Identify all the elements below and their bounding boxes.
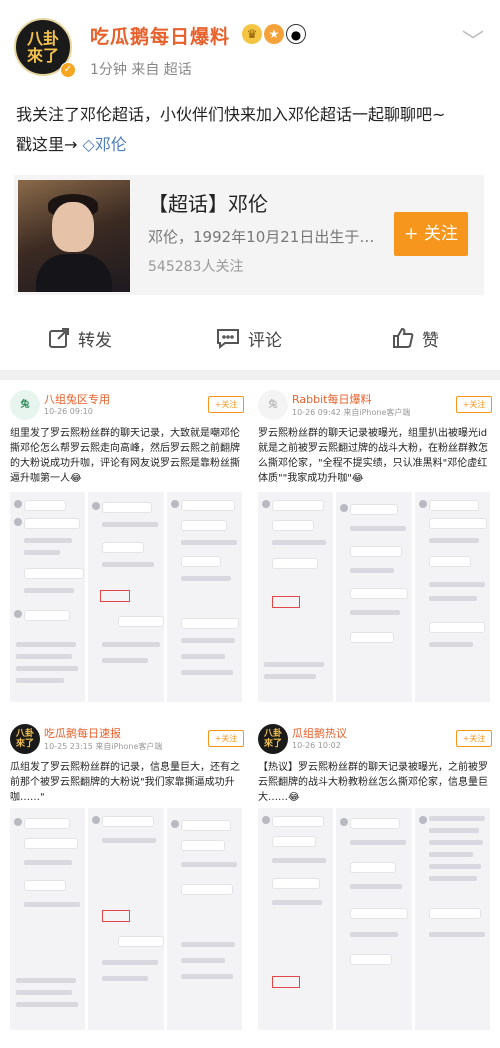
author-name[interactable]: 吃瓜鹅每日爆料 — [90, 22, 230, 49]
chat-image — [88, 492, 164, 702]
topic-card-count: 545283人关注 — [148, 259, 244, 275]
chat-image — [88, 808, 164, 1030]
avatar-text-bottom: 來了 — [26, 46, 59, 65]
chat-screenshots — [258, 492, 490, 702]
chat-screenshots — [258, 808, 490, 1030]
topic-cover-image — [18, 180, 130, 292]
tile-text: 组里发了罗云熙粉丝群的聊天记录，大致就是嘲邓伦撕邓伦怎么帮罗云熙走向高峰，然后罗… — [10, 428, 240, 484]
chevron-down-icon[interactable]: ﹀ — [462, 24, 484, 56]
vip-crown-icon: ♛ — [242, 24, 262, 44]
like-button[interactable]: 赞 — [392, 316, 439, 360]
chat-image — [166, 492, 242, 702]
fan-badge-icon: ★ — [264, 24, 284, 44]
section-divider — [0, 370, 500, 380]
diamond-icon: ◇ — [82, 135, 95, 154]
repost-screenshot-1: 兔 八组兔区专用 10-26 09:10 +关注 组里发了罗云熙粉丝群的聊天记录… — [4, 384, 248, 714]
chat-image — [166, 808, 242, 1030]
tile-follow-button: +关注 — [456, 730, 492, 747]
like-label: 赞 — [422, 330, 439, 351]
tile-time: 10-26 09:10 — [44, 407, 93, 416]
chat-image — [258, 808, 334, 1030]
tile-author: Rabbit每日爆料 — [292, 393, 372, 406]
post-content: 我关注了邓伦超话，小伙伴们快来加入邓伦超话一起聊聊吧~ 戳这里→ ◇邓伦 — [16, 100, 486, 160]
avatar: 八卦 來了 — [258, 724, 288, 754]
avatar: 兔 — [258, 390, 288, 420]
repost-button[interactable]: 转发 — [48, 316, 112, 360]
tile-follow-button: +关注 — [208, 396, 244, 413]
chat-screenshots — [10, 808, 242, 1030]
chat-image — [414, 808, 490, 1030]
repost-screenshot-4: 八卦 來了 瓜组鹅热议 10-26 10:02 +关注 【热议】罗云熙粉丝群的聊天… — [252, 718, 496, 1048]
post-text-line2: 戳这里→ ◇邓伦 — [16, 130, 486, 160]
chat-image — [10, 492, 86, 702]
avatar: 兔 — [10, 390, 40, 420]
topic-follow-button[interactable]: + 关注 — [394, 212, 468, 256]
tile-author: 吃瓜鹅每日速报 — [44, 727, 121, 740]
repost-label: 转发 — [78, 330, 112, 351]
topic-card-title: 【超话】邓伦 — [148, 192, 268, 216]
avatar-text-top: 八卦 — [26, 29, 59, 48]
tile-author: 瓜组鹅热议 — [292, 727, 347, 740]
avatar: 八卦 來了 — [10, 724, 40, 754]
chat-image — [336, 492, 412, 702]
tile-author: 八组兔区专用 — [44, 393, 110, 406]
comment-button[interactable]: 评论 — [216, 316, 282, 360]
tile-follow-button: +关注 — [456, 396, 492, 413]
thumbs-up-icon — [393, 327, 414, 348]
topic-link[interactable]: ◇邓伦 — [83, 135, 127, 154]
comment-label: 评论 — [248, 330, 282, 351]
tile-time: 10-26 10:02 — [292, 741, 341, 750]
repost-screenshot-3: 八卦 來了 吃瓜鹅每日速报 10-25 23:15 来自iPhone客户端 +关注… — [4, 718, 248, 1048]
chat-image — [336, 808, 412, 1030]
repost-icon — [49, 328, 69, 348]
post-meta: 1分钟 来自 超话 — [90, 62, 192, 78]
repost-screenshot-2: 兔 Rabbit每日爆料 10-26 09:42 来自iPhone客户端 +关注… — [252, 384, 496, 714]
chat-image — [414, 492, 490, 702]
chat-image — [258, 492, 334, 702]
topic-card-desc: 邓伦，1992年10月21日出生于… — [148, 228, 375, 246]
tile-text: 【热议】罗云熙粉丝群的聊天记录被曝光，之前被罗云熙翻牌的战斗大粉教粉丝怎么撕邓伦… — [258, 762, 488, 803]
chat-screenshots — [10, 492, 242, 702]
chat-image — [10, 808, 86, 1030]
action-bar: 转发 评论 赞 — [0, 316, 500, 360]
post-text-prefix: 戳这里→ — [16, 135, 78, 154]
verified-badge-icon: ✓ — [60, 62, 76, 78]
tile-time: 10-26 09:42 来自iPhone客户端 — [292, 408, 411, 417]
tile-follow-button: +关注 — [208, 730, 244, 747]
panda-icon: ● — [286, 24, 306, 44]
post-text-line1: 我关注了邓伦超话，小伙伴们快来加入邓伦超话一起聊聊吧~ — [16, 105, 446, 124]
tile-time: 10-25 23:15 来自iPhone客户端 — [44, 742, 163, 751]
tile-text: 罗云熙粉丝群的聊天记录被曝光，组里扒出被曝光id就是之前被罗云熙翻过牌的战斗大粉… — [258, 428, 488, 484]
comment-icon — [217, 329, 239, 349]
tile-text: 瓜组发了罗云熙粉丝群的记录，信息量巨大，还有之前那个被罗云熙翻牌的大粉说"我们家… — [10, 762, 240, 803]
topic-link-label: 邓伦 — [94, 135, 127, 154]
